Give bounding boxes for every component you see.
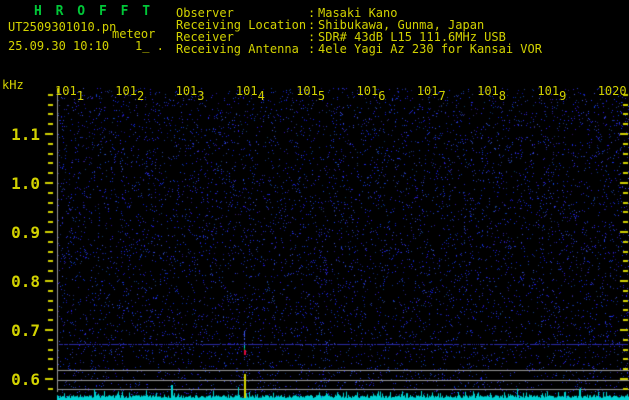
y-axis-label: 1.0 [11,174,40,193]
x-axis-label-sub: 1 [76,89,84,103]
hrofft-screen: H R O F F T UT2509301010.pn meteor 25.09… [0,0,629,400]
app-title: H R O F F T [34,4,154,19]
y-axis-unit-label: kHz [2,78,24,92]
station-info-block: Observer: Masaki Kano Receiving Location:… [176,7,542,55]
x-axis-label-main: 101 [235,84,258,98]
x-axis-label-main: 101 [356,84,379,98]
x-axis-label-sub: 2 [136,89,145,103]
info-label: Receiving Antenna [176,42,299,56]
observation-datetime: 25.09.30 10:10 [8,39,110,53]
x-axis-label-main: 101 [296,84,318,98]
observation-counter: 1_ . [135,39,164,53]
x-axis-label-sub: 5 [317,89,326,103]
x-axis-label-sub: 7 [438,89,446,103]
info-row: Receiving Antenna:4ele Yagi Az 230 for K… [176,43,542,55]
y-axis-label: 0.7 [11,321,40,340]
x-axis-label: 1020 [598,84,627,98]
y-axis-label: 0.6 [11,370,40,389]
y-axis-label: 0.9 [11,223,40,242]
x-axis-label-main: 101 [115,84,137,98]
x-axis-label: 1013 [175,84,205,103]
x-axis-label: 1014 [235,84,265,103]
x-axis-label: 1016 [356,84,386,103]
x-axis-label-sub: 4 [257,89,265,103]
x-axis-label-sub: 8 [498,89,507,103]
x-axis-label-main: 101 [537,84,560,98]
x-axis-label: 1015 [296,84,325,103]
x-axis-label-sub: 6 [378,89,386,103]
x-axis-label: 1019 [537,84,566,103]
y-axis-label: 0.8 [11,272,40,291]
x-axis-label-main: 101 [416,84,439,98]
info-value: 4ele Yagi Az 230 for Kansai VOR [318,42,542,56]
x-axis-label-main: 1020 [597,84,627,98]
info-colon: : [308,42,316,56]
x-axis-label: 1018 [477,84,506,103]
spectrogram-canvas [0,0,629,400]
x-axis-label: 1012 [115,84,144,103]
x-axis-label: 1011 [55,84,84,103]
x-axis-label-sub: 9 [559,89,567,103]
x-axis-label-main: 101 [477,84,499,98]
observation-file-label: UT2509301010.pn [8,20,117,34]
x-axis-label-sub: 3 [197,89,205,103]
x-axis-label: 1017 [416,84,446,103]
y-axis-label: 1.1 [11,125,40,144]
x-axis-label-main: 101 [55,84,77,98]
x-axis-label-main: 101 [175,84,198,98]
